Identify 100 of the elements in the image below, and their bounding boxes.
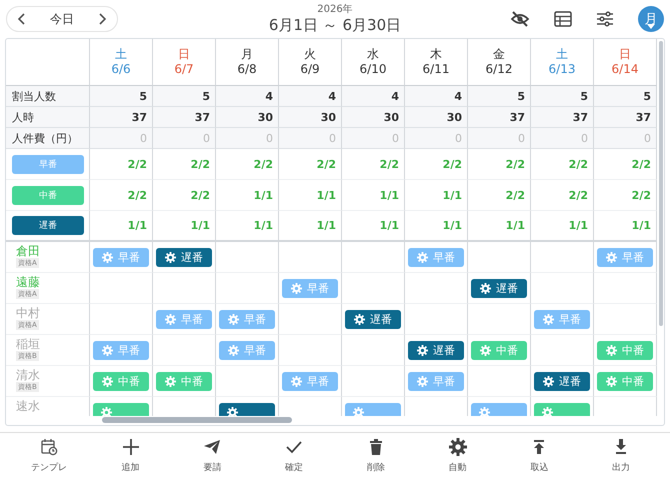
table-cell: 2/2 xyxy=(380,158,399,170)
toolbar-button[interactable]: 要請 xyxy=(182,438,242,474)
toolbar-button[interactable]: テンプレ xyxy=(18,438,79,474)
gear-icon xyxy=(417,344,428,356)
table-cell: 1/1 xyxy=(506,219,525,232)
weekday-label: 木 xyxy=(430,47,442,62)
staff-name: 中村 xyxy=(16,306,41,320)
gear-icon xyxy=(354,314,365,324)
table-cell: 1/1 xyxy=(190,219,210,232)
toolbar-button[interactable]: 確定 xyxy=(264,438,324,474)
date-label: 6/7 xyxy=(174,62,194,77)
paper-plane-icon xyxy=(203,438,222,456)
chevron-left-icon xyxy=(17,12,27,26)
table-cell: 1/1 xyxy=(128,219,147,232)
shift-chip[interactable]: 早番 xyxy=(219,340,275,360)
table-cell: 37 xyxy=(636,110,651,124)
shift-chip[interactable]: 早番 xyxy=(219,310,275,328)
toolbar-button[interactable]: 追加 xyxy=(100,438,161,474)
table-cell: 0 xyxy=(392,132,399,144)
shift-chip[interactable]: 早番 xyxy=(534,310,590,328)
date-label: 6/14 xyxy=(612,62,638,77)
gear-icon xyxy=(542,406,553,416)
plus-icon xyxy=(122,438,140,456)
date-label: 6/8 xyxy=(237,62,257,77)
gear-icon xyxy=(102,344,113,356)
shift-chip[interactable]: 早番 xyxy=(597,248,653,266)
shift-chip[interactable]: 遅番 xyxy=(345,310,401,328)
weekday-label: 土 xyxy=(115,47,127,62)
gear-icon xyxy=(606,344,617,356)
shift-chip[interactable]: 早番 xyxy=(156,310,212,328)
horizontal-scrollbar[interactable] xyxy=(102,417,292,423)
shift-chip[interactable]: 遅番 xyxy=(408,340,464,360)
next-button[interactable] xyxy=(97,12,107,26)
shift-chip[interactable]: 早番 xyxy=(282,278,338,298)
toolbar-button[interactable]: 取込 xyxy=(509,438,570,474)
staff-name: 倉田 xyxy=(16,244,41,258)
gear-icon xyxy=(291,282,302,294)
shift-chip[interactable]: 遅番 xyxy=(534,372,590,390)
table-view-button[interactable] xyxy=(554,11,572,27)
view-mode-button[interactable]: 月 xyxy=(638,6,664,32)
table-cell: 2/2 xyxy=(442,158,462,170)
table-cell: 5 xyxy=(517,90,525,102)
settings-button[interactable] xyxy=(596,11,614,27)
table-cell: 0 xyxy=(266,132,273,144)
shift-chip[interactable]: 早番 xyxy=(93,248,149,266)
table-cell: 1/1 xyxy=(442,219,462,232)
table-cell: 0 xyxy=(644,132,651,144)
gear-icon xyxy=(353,406,364,416)
table-cell: 1/1 xyxy=(316,188,336,202)
table-cell: 0 xyxy=(203,132,210,144)
shift-chip[interactable]: 中番 xyxy=(471,340,527,360)
period-year: 2026年 xyxy=(317,3,353,16)
shift-chip[interactable] xyxy=(219,402,275,416)
table-cell: 1/1 xyxy=(380,188,399,202)
table-cell: 2/2 xyxy=(506,188,525,202)
table-cell: 4 xyxy=(265,90,273,102)
shift-chip[interactable]: 早番 xyxy=(408,372,464,390)
shift-chip[interactable]: 中番 xyxy=(93,372,149,390)
staff-name: 清水 xyxy=(16,368,41,382)
table-cell: 2/2 xyxy=(190,188,210,202)
table-cell: 37 xyxy=(132,110,147,124)
table-cell: 0 xyxy=(455,132,462,144)
date-label: 6/9 xyxy=(300,62,320,77)
date-label: 6/12 xyxy=(486,62,512,77)
table-cell: 5 xyxy=(139,90,147,102)
gear-icon xyxy=(102,376,113,386)
gear-icon xyxy=(102,252,113,262)
period-range: 6月1日 ～ 6月30日 xyxy=(268,16,402,35)
date-label: 6/6 xyxy=(111,62,131,77)
gear-icon xyxy=(606,376,617,386)
table-cell: 5 xyxy=(580,90,588,102)
staff-name: 遠藤 xyxy=(16,275,41,289)
gear-icon xyxy=(165,376,176,386)
row-label: 人時 xyxy=(12,110,34,124)
shift-chip[interactable]: 早番 xyxy=(93,340,149,360)
shift-chip[interactable]: 早番 xyxy=(408,248,464,266)
caret-icon xyxy=(647,24,655,29)
vertical-scrollbar[interactable] xyxy=(659,41,663,326)
shift-chip[interactable]: 早番 xyxy=(282,372,338,390)
toolbar-button[interactable]: 自動 xyxy=(428,438,488,474)
staff-name: 速水 xyxy=(16,399,41,413)
table-cell: 1/1 xyxy=(380,219,399,232)
shift-chip[interactable]: 遅番 xyxy=(471,278,527,298)
today-button[interactable]: 今日 xyxy=(50,10,74,28)
shift-chip[interactable]: 中番 xyxy=(156,372,212,390)
chevron-right-icon xyxy=(97,12,107,26)
gear-icon xyxy=(228,314,239,324)
table-cell: 4 xyxy=(454,90,462,102)
weekday-label: 日 xyxy=(178,47,190,62)
shift-chip[interactable]: 遅番 xyxy=(156,248,212,266)
table-cell: 30 xyxy=(258,110,273,124)
shift-chip[interactable]: 中番 xyxy=(597,340,653,360)
table-cell: 0 xyxy=(329,132,336,144)
table-cell: 0 xyxy=(581,132,588,144)
previous-button[interactable] xyxy=(17,12,27,26)
toolbar-button[interactable]: 削除 xyxy=(346,438,406,474)
shift-chip[interactable]: 中番 xyxy=(597,372,653,390)
toolbar-button[interactable]: 出力 xyxy=(591,438,652,474)
table-cell: 1/1 xyxy=(254,188,273,202)
hide-button[interactable] xyxy=(510,10,530,28)
